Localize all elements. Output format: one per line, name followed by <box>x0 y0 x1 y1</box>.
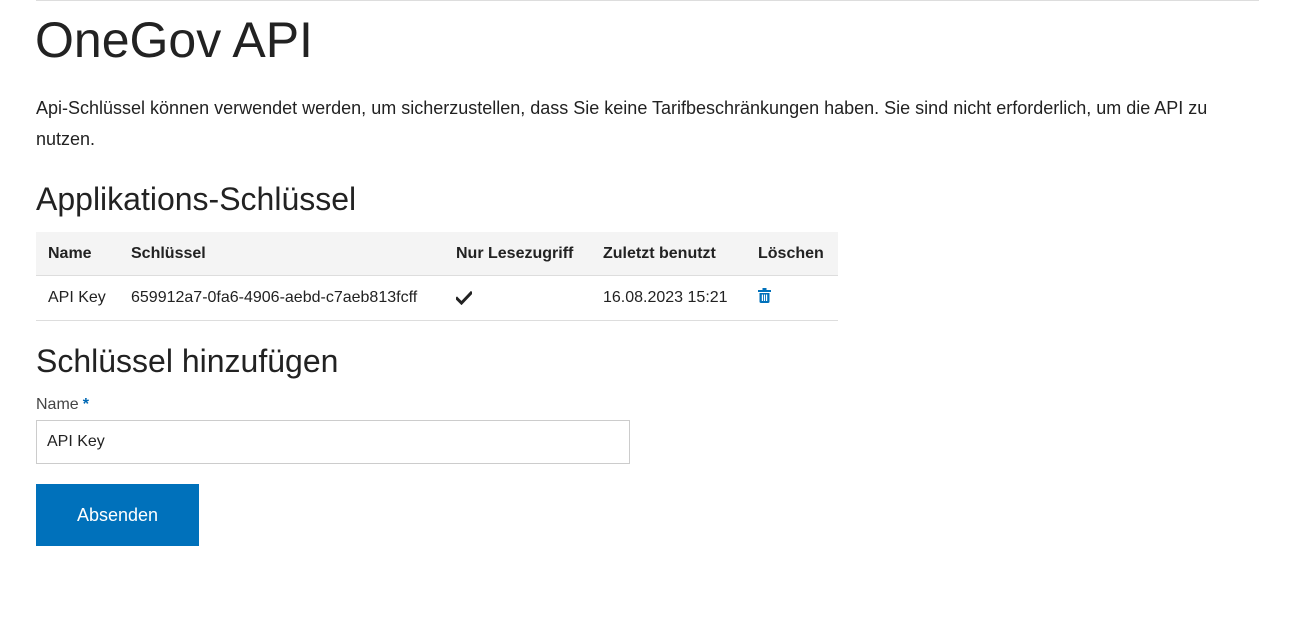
page-title: OneGov API <box>35 12 313 68</box>
intro-text: Api-Schlüssel können verwendet werden, u… <box>36 98 1208 149</box>
add-key-section-title: Schlüssel hinzufügen <box>36 343 339 379</box>
keys-section-title: Applikations-Schlüssel <box>36 181 357 217</box>
name-label-text: Name <box>36 396 79 413</box>
keys-table: Name Schlüssel Nur Lesezugriff Zuletzt b… <box>36 232 838 321</box>
read-only-cell <box>444 275 591 321</box>
table-row: API Key 659912a7-0fa6-4906-aebd-c7aeb813… <box>36 275 838 321</box>
top-divider <box>36 0 1259 1</box>
column-header-name: Name <box>36 232 119 276</box>
table-header-row: Name Schlüssel Nur Lesezugriff Zuletzt b… <box>36 232 838 276</box>
column-header-delete: Löschen <box>746 232 838 276</box>
last-used-cell: 16.08.2023 15:21 <box>591 275 746 321</box>
required-mark: * <box>82 396 89 413</box>
column-header-read-only: Nur Lesezugriff <box>444 232 591 276</box>
page: OneGov API Api-Schlüssel können verwende… <box>0 0 1290 634</box>
key-value-cell: 659912a7-0fa6-4906-aebd-c7aeb813fcff <box>119 275 444 321</box>
submit-button[interactable]: Absenden <box>36 484 199 546</box>
name-input[interactable] <box>36 420 630 464</box>
key-name-cell: API Key <box>36 275 119 321</box>
delete-cell <box>746 275 838 321</box>
name-field-label: Name * <box>36 396 89 414</box>
check-icon <box>456 291 579 305</box>
trash-icon[interactable] <box>758 288 771 303</box>
column-header-last-used: Zuletzt benutzt <box>591 232 746 276</box>
column-header-key: Schlüssel <box>119 232 444 276</box>
